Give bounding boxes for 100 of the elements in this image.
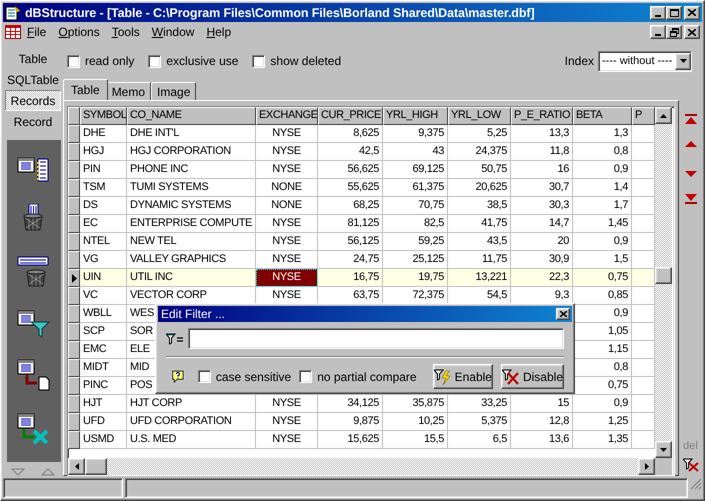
checkbox-label: read only	[85, 54, 134, 68]
table-cell: 68,25	[318, 197, 383, 215]
dialog-button[interactable]: Disable	[500, 364, 564, 389]
table-cell: USMD	[80, 431, 127, 449]
table-cell: 35,875	[383, 395, 448, 413]
table-cell: 19,75	[383, 269, 448, 287]
column-header[interactable]: BETA	[573, 107, 632, 125]
table-cell: TUMI SYSTEMS	[127, 179, 256, 197]
table-cell: NYSE	[256, 125, 318, 143]
table-cell: 9,875	[318, 413, 383, 431]
table-cell: 59,25	[383, 233, 448, 251]
column-header[interactable]: CO_NAME	[127, 107, 256, 125]
table-cell: DS	[80, 197, 127, 215]
table-cell: 16,75	[318, 269, 383, 287]
table-cell: 5,375	[448, 413, 511, 431]
table-cell: 20	[511, 233, 573, 251]
table-cell: 0,9	[573, 161, 632, 179]
table-cell: 1,7	[573, 197, 632, 215]
table-cell: HGJ CORPORATION	[127, 143, 256, 161]
table-cell: NYSE	[256, 143, 318, 161]
table-cell: 16	[511, 161, 573, 179]
table-cell: 43,5	[448, 233, 511, 251]
table-cell: UFD CORPORATION	[127, 413, 256, 431]
table-cell: NYSE	[256, 215, 318, 233]
table-cell: 70,75	[383, 197, 448, 215]
table-cell: 15	[511, 395, 573, 413]
column-header[interactable]: EXCHANGE	[256, 107, 318, 125]
table-cell: 1,3	[573, 125, 632, 143]
menu-item[interactable]: Tools	[106, 25, 146, 39]
column-header[interactable]: CUR_PRICE	[318, 107, 383, 125]
menu-item[interactable]: Window	[146, 25, 200, 39]
side-tab[interactable]: Records	[5, 90, 61, 111]
column-header[interactable]: P_E_RATIO	[511, 107, 573, 125]
index-dropdown[interactable]: ---- without ----	[598, 50, 692, 72]
table-cell: 0,9	[573, 233, 632, 251]
table-cell: PINC	[80, 377, 127, 395]
column-header[interactable]: P	[632, 107, 655, 125]
dialog-title: Edit Filter ...	[161, 307, 226, 321]
index-label: Index	[564, 54, 594, 68]
table-cell: 14,7	[511, 215, 573, 233]
table-cell: NONE	[256, 179, 318, 197]
table-cell: UTIL INC	[127, 269, 256, 287]
table-cell: 9,375	[383, 125, 448, 143]
table-cell: DHE	[80, 125, 127, 143]
checkbox-label: show deleted	[270, 54, 342, 68]
table-cell: HJT CORP	[127, 395, 256, 413]
menu-item[interactable]: Help	[200, 25, 238, 39]
table-cell: 1,25	[573, 413, 632, 431]
table-cell: 56,125	[318, 233, 383, 251]
table-cell: 13,221	[448, 269, 511, 287]
table-cell: 30,3	[511, 197, 573, 215]
table-cell: 43	[383, 143, 448, 161]
table-cell: 50,75	[448, 161, 511, 179]
checkbox-label: no partial compare	[317, 370, 417, 384]
table-cell: 5,25	[448, 125, 511, 143]
table-cell: DHE INT'L	[127, 125, 256, 143]
table-cell: 42,5	[318, 143, 383, 161]
side-tab[interactable]: Table	[5, 48, 61, 69]
table-cell: SCP	[80, 323, 127, 341]
column-header[interactable]: SYMBOL	[80, 107, 127, 125]
table-cell: 11,8	[511, 143, 573, 161]
table-cell: U.S. MED	[127, 431, 256, 449]
table-cell: 15,625	[318, 431, 383, 449]
table-cell: 34,125	[318, 395, 383, 413]
table-cell: NONE	[256, 197, 318, 215]
table-cell: 0,75	[573, 269, 632, 287]
column-header[interactable]: YRL_LOW	[448, 107, 511, 125]
table-cell: 0,8	[573, 143, 632, 161]
table-cell: 20,625	[448, 179, 511, 197]
table-cell: NYSE	[256, 431, 318, 449]
table-cell: MIDT	[80, 359, 127, 377]
table-cell: UFD	[80, 413, 127, 431]
table-cell: 1,4	[573, 179, 632, 197]
table-cell: 55,625	[318, 179, 383, 197]
menu-item[interactable]: File	[21, 25, 52, 39]
table-cell: 81,125	[318, 215, 383, 233]
column-header[interactable]: YRL_HIGH	[383, 107, 448, 125]
table-cell: HJT	[80, 395, 127, 413]
side-tab[interactable]: Record	[5, 111, 61, 132]
tab[interactable]: Memo	[106, 82, 152, 100]
table-cell: 69,125	[383, 161, 448, 179]
table-cell: TSM	[80, 179, 127, 197]
table-cell: ENTERPRISE COMPUTE	[127, 215, 256, 233]
table-cell: 6,5	[448, 431, 511, 449]
menu-item[interactable]: Options	[52, 25, 106, 39]
table-cell: DYNAMIC SYSTEMS	[127, 197, 256, 215]
tab[interactable]: Table	[63, 79, 108, 100]
table-cell: 1,45	[573, 215, 632, 233]
table-cell: 0,9	[573, 395, 632, 413]
table-cell: UIN	[80, 269, 127, 287]
table-cell: NYSE	[256, 233, 318, 251]
side-tab[interactable]: SQLTable	[5, 69, 61, 90]
tab[interactable]: Image	[151, 82, 196, 100]
table-cell: WBLL	[80, 305, 127, 323]
table-cell: PIN	[80, 161, 127, 179]
table-cell: NYSE	[256, 413, 318, 431]
checkbox-label: exclusive use	[166, 54, 238, 68]
table-cell: EMC	[80, 341, 127, 359]
table-cell: EC	[80, 215, 127, 233]
dialog-button[interactable]: Enable	[432, 364, 493, 389]
